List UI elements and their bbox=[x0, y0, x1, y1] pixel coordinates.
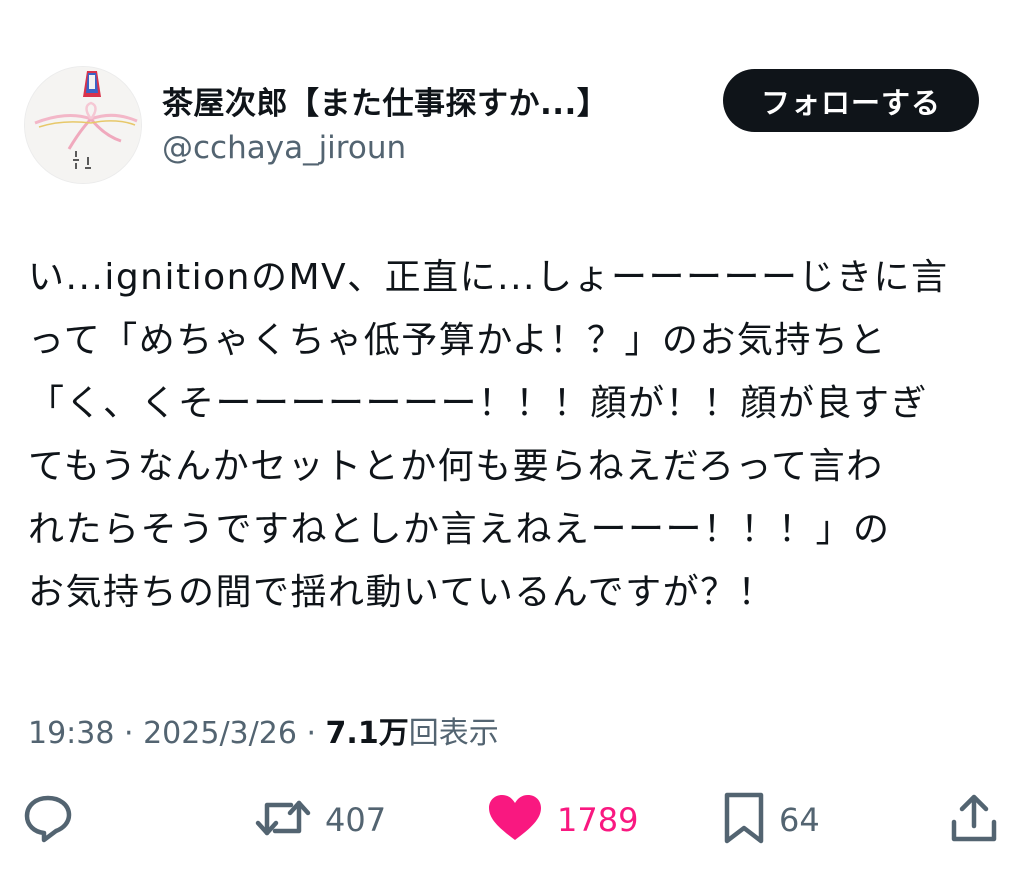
follow-button[interactable]: フォローする bbox=[723, 69, 979, 132]
display-name[interactable]: 茶屋次郎【また仕事探すか...】 bbox=[162, 78, 608, 123]
views-label: 回表示 bbox=[408, 716, 499, 751]
reply-button[interactable] bbox=[22, 780, 74, 860]
tweet-date[interactable]: 2025/3/26 bbox=[143, 716, 297, 751]
tweet-text: い...ignitionのMV、正直に...しょーーーーーじきに言 って「めちゃ… bbox=[28, 257, 949, 613]
avatar[interactable] bbox=[24, 66, 142, 184]
bookmark-button[interactable]: 64 bbox=[723, 780, 820, 860]
tweet-time[interactable]: 19:38 bbox=[28, 716, 114, 751]
share-icon bbox=[950, 792, 998, 848]
meta-separator: · bbox=[306, 716, 326, 751]
meta-separator: · bbox=[124, 716, 144, 751]
views-count[interactable]: 7.1万 bbox=[326, 716, 409, 751]
heart-icon bbox=[487, 793, 543, 847]
tweet-header: 茶屋次郎【また仕事探すか...】 @cchaya_jiroun フォローする bbox=[0, 0, 1024, 200]
user-handle[interactable]: @cchaya_jiroun bbox=[162, 130, 406, 166]
avatar-image bbox=[25, 67, 141, 183]
bookmark-icon bbox=[723, 791, 765, 849]
bookmark-count: 64 bbox=[779, 801, 820, 839]
share-button[interactable] bbox=[950, 780, 998, 860]
tweet-meta: 19:38 · 2025/3/26 · 7.1万回表示 bbox=[28, 708, 499, 752]
retweet-icon bbox=[255, 793, 311, 847]
action-bar: 407 1789 64 bbox=[0, 780, 1024, 860]
reply-icon bbox=[22, 792, 74, 848]
retweet-count: 407 bbox=[325, 801, 387, 839]
like-count: 1789 bbox=[557, 801, 639, 839]
like-button[interactable]: 1789 bbox=[487, 780, 638, 860]
retweet-button[interactable]: 407 bbox=[255, 780, 386, 860]
